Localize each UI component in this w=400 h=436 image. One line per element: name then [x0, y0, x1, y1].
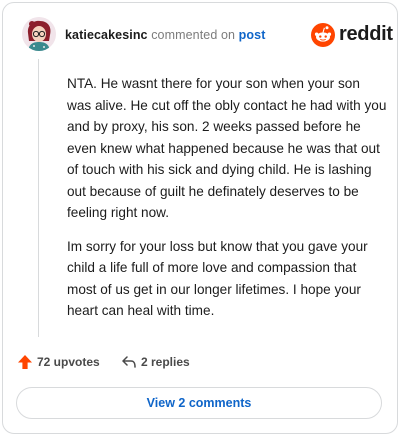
avatar-illustration	[22, 17, 56, 51]
reddit-wordmark: reddit	[339, 23, 393, 45]
username-link[interactable]: katiecakesinc	[65, 28, 148, 42]
comment-body: NTA. He wasnt there for your son when yo…	[67, 73, 387, 334]
upvote-arrow-icon	[18, 355, 32, 369]
replies-button[interactable]: 2 replies	[121, 352, 190, 372]
commented-on-text: commented on	[151, 28, 236, 42]
reply-count: 2 replies	[141, 355, 190, 369]
user-avatar[interactable]	[22, 17, 56, 51]
upvote-button[interactable]: 72 upvotes	[17, 352, 100, 372]
comment-meta: katiecakesinc commented on post	[65, 28, 265, 42]
comment-actions: 72 upvotes 2 replies	[17, 352, 377, 372]
post-link[interactable]: post	[239, 28, 266, 42]
comment-paragraph: Im sorry for your loss but know that you…	[67, 238, 368, 319]
comment-paragraph: NTA. He wasnt there for your son when yo…	[67, 76, 387, 220]
reddit-snoo-icon	[311, 23, 335, 47]
comment-header: katiecakesinc commented on post reddit	[17, 15, 393, 55]
view-comments-button[interactable]: View 2 comments	[16, 387, 382, 419]
reply-arrow-icon	[122, 356, 136, 368]
thread-line	[38, 59, 39, 337]
reddit-logo[interactable]: reddit	[311, 21, 393, 49]
upvote-count: 72 upvotes	[37, 355, 100, 369]
